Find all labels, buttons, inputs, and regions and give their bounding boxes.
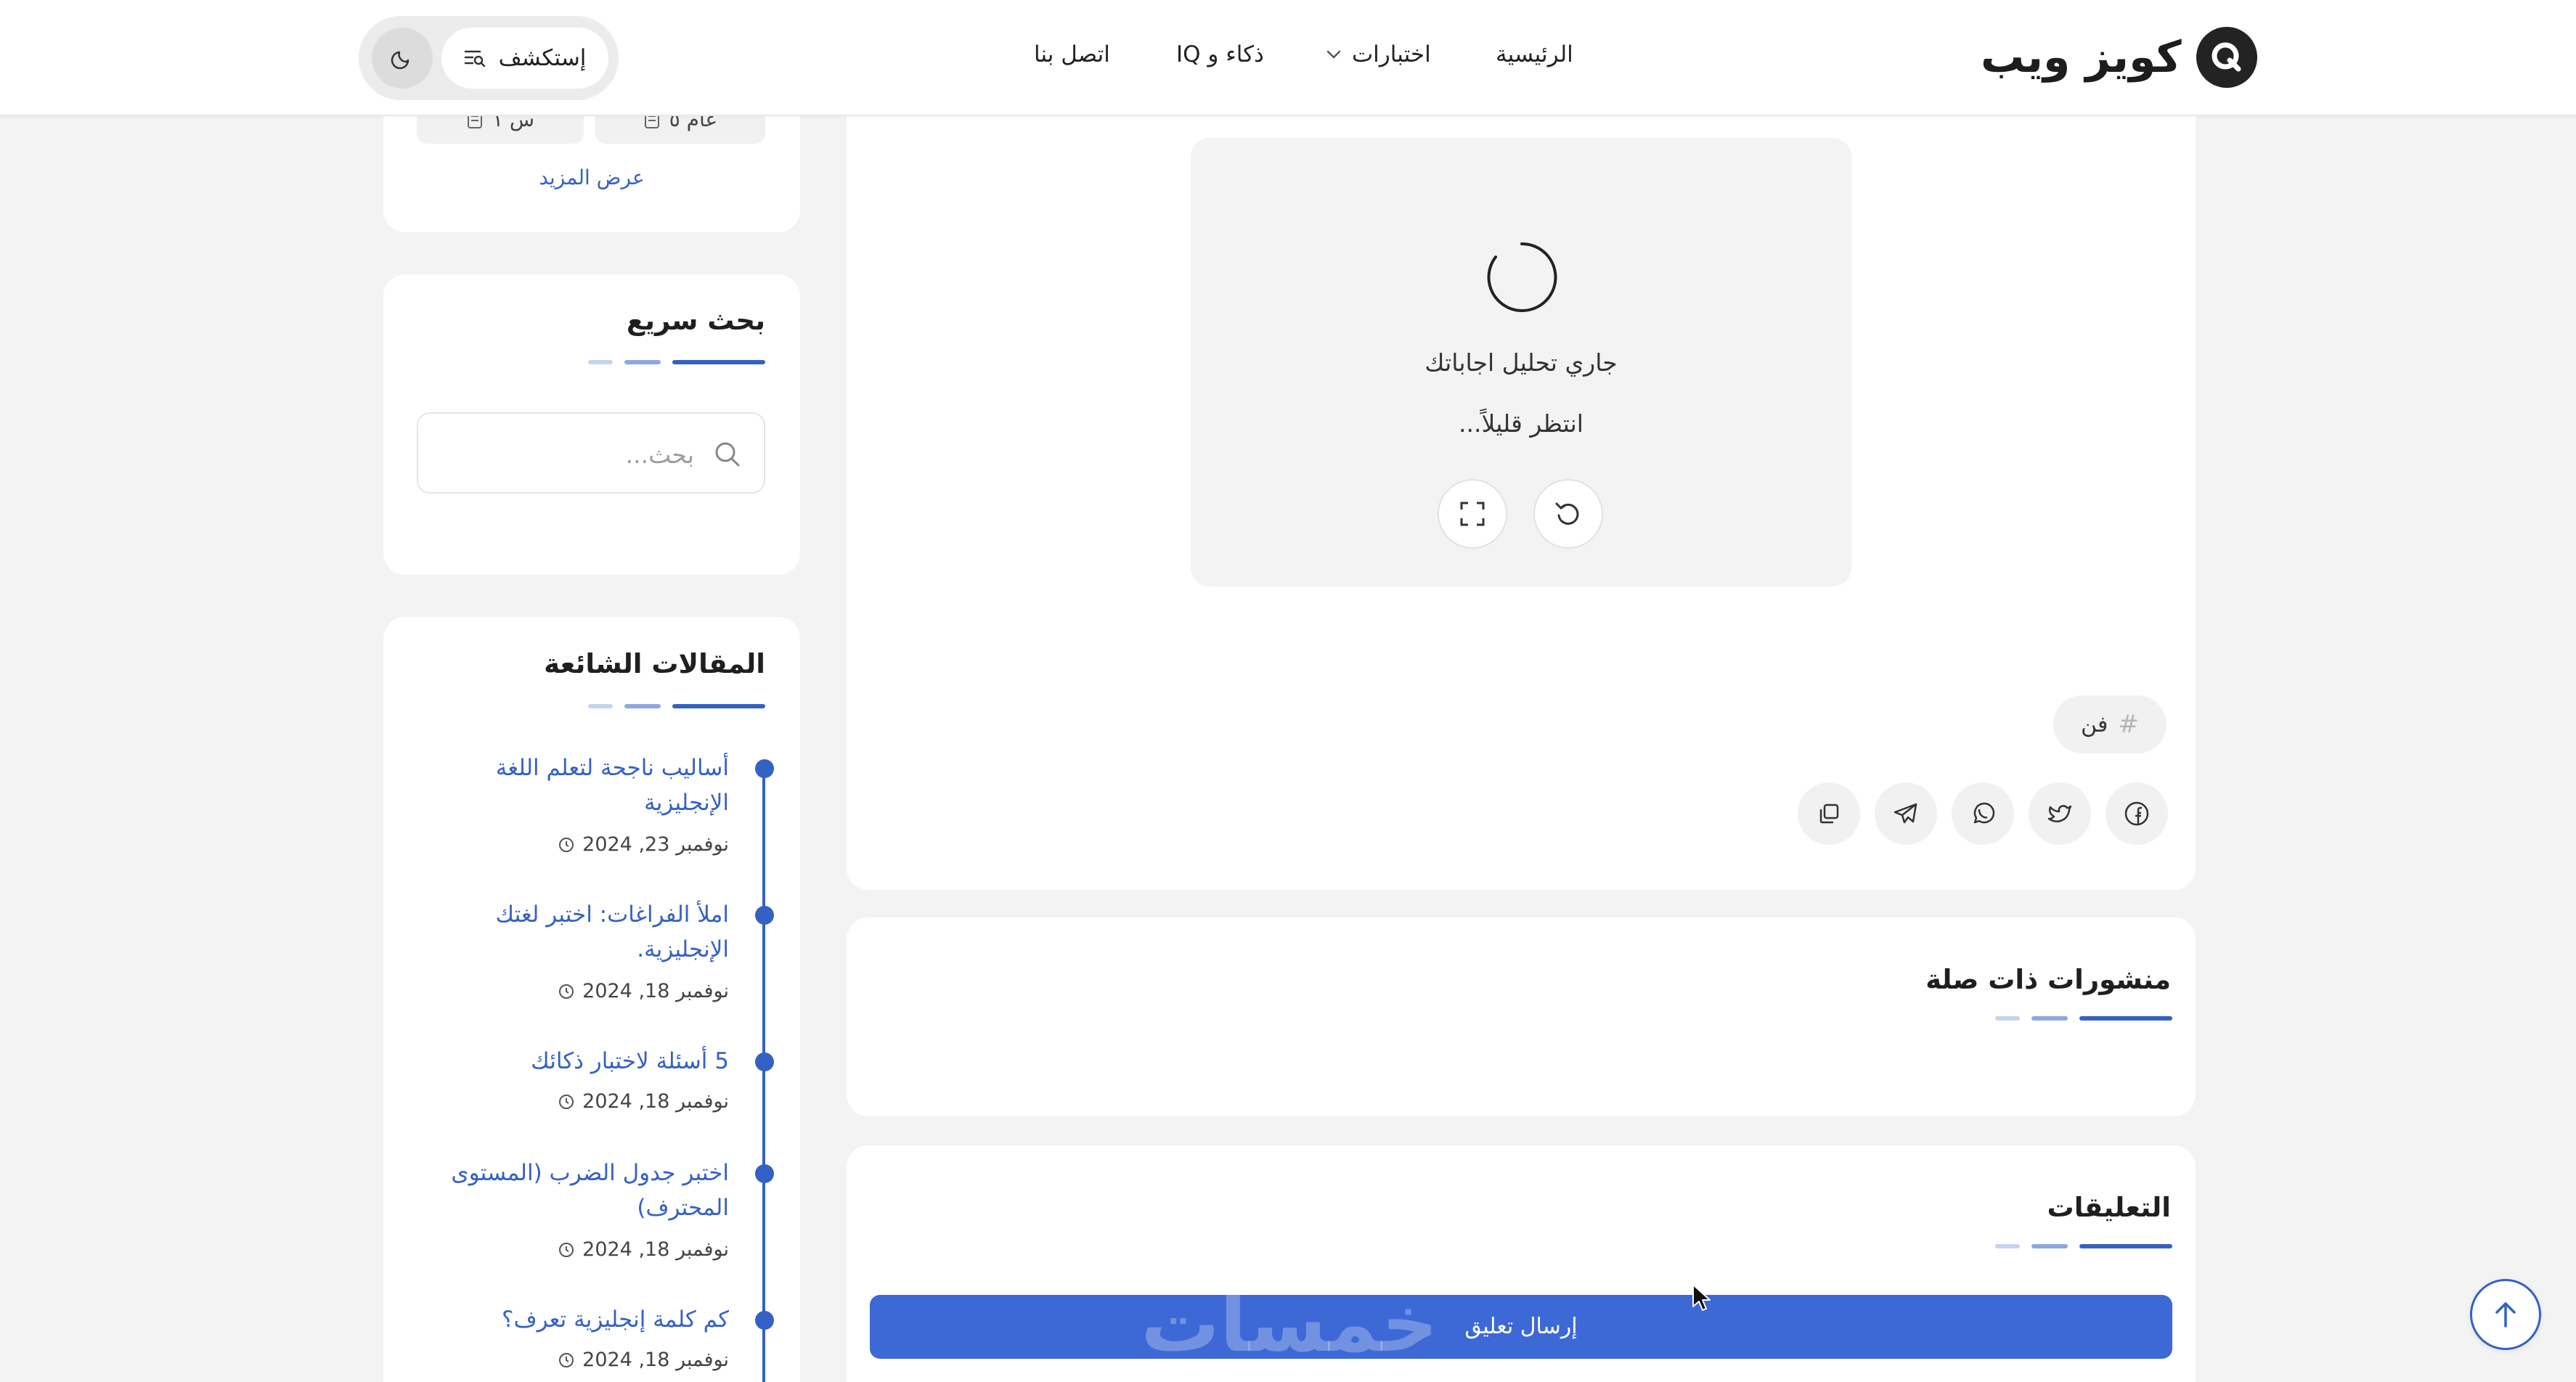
restart-quiz-button[interactable] (1533, 479, 1603, 549)
arrow-up-icon (2495, 1302, 2516, 1328)
nav-contact-label: اتصل بنا (1034, 41, 1110, 68)
article-link[interactable]: كم كلمة إنجليزية تعرف؟ (409, 1302, 729, 1337)
hash-icon: # (2118, 710, 2139, 739)
show-more-link[interactable]: عرض المزيد (383, 165, 800, 189)
nav-iq[interactable]: ذكاء و IQ (1176, 29, 1264, 80)
comments-title: التعليقات (2047, 1192, 2171, 1223)
article-link[interactable]: 5 أسئلة لاختبار ذكائك (409, 1044, 729, 1079)
nav-home-label: الرئيسية (1496, 41, 1573, 68)
article-date-text: نوفمبر 18, 2024 (582, 1349, 729, 1371)
article-date-text: نوفمبر 18, 2024 (582, 1238, 729, 1261)
moon-icon (391, 51, 409, 70)
timeline-dot (755, 1052, 774, 1071)
whatsapp-icon (1973, 802, 1995, 824)
loading-spinner (1487, 242, 1557, 312)
article-date: نوفمبر 18, 2024 (558, 980, 729, 1002)
twitter-icon (2047, 805, 2072, 822)
article-date: نوفمبر 23, 2024 (558, 833, 729, 856)
dark-mode-toggle[interactable] (372, 28, 433, 89)
clock-icon (559, 1242, 574, 1257)
nav-tests-label: اختبارات (1352, 41, 1431, 68)
search-box (417, 412, 765, 494)
page: كويز ويب الرئيسية اختبارات ذكاء و IQ اتص… (0, 0, 2576, 1382)
post-tag-label: فن (2081, 711, 2108, 737)
article-date-text: نوفمبر 18, 2024 (582, 980, 729, 1002)
analyzing-text: جاري تحليل اجاباتك (1424, 348, 1618, 377)
title-decoration (1995, 1244, 2172, 1248)
article-date: نوفمبر 18, 2024 (558, 1090, 729, 1113)
chevron-down-icon (1326, 50, 1341, 59)
explore-filter-icon (464, 50, 485, 68)
nav-tests-dropdown[interactable]: اختبارات (1326, 29, 1431, 80)
logo-text: كويز ويب (1981, 32, 2182, 83)
site-header: كويز ويب الرئيسية اختبارات ذكاء و IQ اتص… (0, 0, 2576, 116)
share-facebook-button[interactable] (2106, 782, 2168, 845)
article-item: اختبر جدول الضرب (المستوى المحترف) نوفمب… (407, 1156, 784, 1279)
article-item: املأ الفراغات: اختبر لغتك الإنجليزية. نو… (407, 897, 784, 1021)
mouse-cursor-icon (1692, 1284, 1711, 1311)
article-item: 5 أسئلة لاختبار ذكائك نوفمبر 18, 2024 (407, 1044, 784, 1131)
article-item: أساليب ناجحة لتعلم اللغة الإنجليزية نوفم… (407, 751, 784, 874)
article-date-text: نوفمبر 23, 2024 (582, 833, 729, 856)
clock-icon (559, 1094, 574, 1109)
logo-q-icon (2196, 27, 2257, 88)
article-item: كم كلمة إنجليزية تعرف؟ نوفمبر 18, 2024 (407, 1302, 784, 1382)
clock-icon (559, 984, 574, 999)
scroll-to-top-button[interactable] (2470, 1279, 2541, 1350)
article-date: نوفمبر 18, 2024 (558, 1349, 729, 1371)
article-link[interactable]: اختبر جدول الضرب (المستوى المحترف) (409, 1156, 729, 1225)
nav-home[interactable]: الرئيسية (1496, 29, 1573, 80)
quick-search-title: بحث سريع (626, 305, 765, 336)
popular-articles-title: المقالات الشائعة (544, 648, 765, 679)
title-decoration (588, 360, 765, 364)
clock-icon (559, 1352, 574, 1367)
share-telegram-button[interactable] (1875, 782, 1937, 845)
timeline-dot (755, 759, 774, 778)
title-decoration (588, 704, 765, 708)
waiting-text: انتظر قليلاً... (1459, 409, 1583, 438)
article-date: نوفمبر 18, 2024 (558, 1238, 729, 1261)
timeline-dot (755, 1311, 774, 1330)
explore-label: إستكشف (498, 45, 587, 71)
article-link[interactable]: املأ الفراغات: اختبر لغتك الإنجليزية. (409, 897, 730, 967)
related-posts-title: منشورات ذات صلة (1925, 964, 2171, 995)
telegram-icon (1894, 803, 1917, 824)
search-input[interactable] (447, 433, 694, 476)
share-twitter-button[interactable] (2029, 782, 2091, 845)
share-whatsapp-button[interactable] (1952, 782, 2014, 845)
site-logo[interactable]: كويز ويب (1981, 26, 2257, 89)
title-decoration (1995, 1016, 2172, 1021)
timeline-dot (755, 906, 774, 925)
facebook-icon (2124, 801, 2149, 826)
timeline-dot (755, 1164, 774, 1183)
fullscreen-button[interactable] (1438, 479, 1507, 549)
article-date-text: نوفمبر 18, 2024 (582, 1090, 729, 1113)
article-link[interactable]: أساليب ناجحة لتعلم اللغة الإنجليزية (409, 751, 729, 820)
nav-contact[interactable]: اتصل بنا (1034, 29, 1110, 80)
related-posts-card (847, 917, 2196, 1116)
copy-icon (1819, 804, 1839, 824)
search-icon[interactable] (713, 440, 742, 469)
explore-button[interactable]: إستكشف (441, 28, 608, 89)
refresh-icon (1555, 502, 1579, 525)
post-tag[interactable]: # فن (2053, 695, 2167, 753)
fullscreen-icon (1460, 502, 1485, 526)
nav-iq-label: ذكاء و IQ (1176, 41, 1264, 68)
clock-icon (559, 837, 574, 852)
copy-link-button[interactable] (1798, 782, 1860, 845)
submit-comment-button[interactable]: إرسال تعليق (870, 1295, 2172, 1359)
